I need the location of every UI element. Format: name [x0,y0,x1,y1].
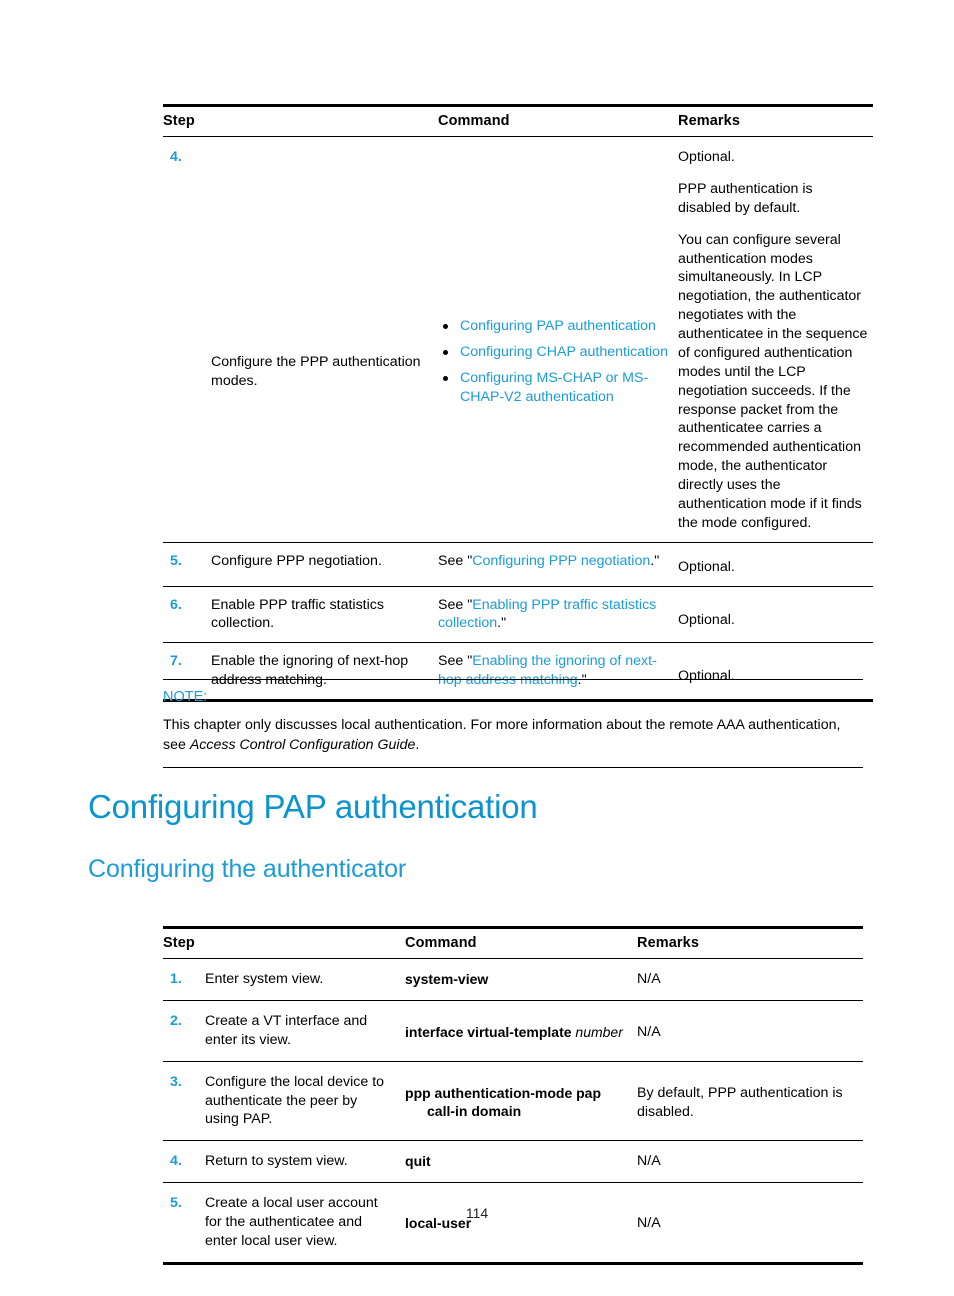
list-item: Configuring PAP authentication [438,317,668,336]
see-prefix: See " [438,653,473,670]
table1-row2-description: Enable PPP traffic statistics collection… [211,586,439,644]
list-item: Configuring CHAP authentication [438,343,668,362]
table1-header-remarks: Remarks [678,104,874,137]
configuration-links-list: Configuring PAP authentication Configuri… [438,317,668,407]
command-quit: quit [405,1153,431,1170]
table1-row1-command: See "Configuring PPP negotiation." [438,542,679,587]
command-ppp-authentication-mode-pap: ppp authentication-mode pap [405,1084,602,1101]
table2-row0-step-number: 1. [163,958,205,1001]
table-row: 5. Create a local user account for the a… [163,1182,864,1265]
table2-row3-description: Return to system view. [205,1140,406,1184]
see-prefix: See " [438,596,473,613]
table1-row0-step-number: 4. [163,136,211,543]
table2-row2-remarks: By default, PPP authentication is disabl… [637,1061,864,1142]
table2-row0-description: Enter system view. [205,958,406,1001]
table1-row2-command: See "Enabling PPP traffic statistics col… [438,586,679,644]
note-referenced-guide-title: Access Control Configuration Guide [189,736,416,753]
table1-header-command: Command [438,104,679,137]
table-row: 5. Configure PPP negotiation. See "Confi… [163,542,874,587]
table1-row2-remarks: Optional. [678,586,874,644]
section-heading: Configuring the authenticator [88,855,407,883]
see-suffix: ." [650,552,660,569]
page-number: 114 [465,1205,489,1221]
note-text-after: . [415,736,420,753]
remark-lcp-negotiation-detail: You can configure several authentication… [678,231,868,531]
table2-row4-step-number: 5. [163,1182,205,1265]
table2-row4-remarks: N/A [637,1182,864,1265]
link-configuring-ppp-negotiation[interactable]: Configuring PPP negotiation [472,553,650,569]
table2-row2-command: ppp authentication-mode pap call-in domai… [405,1061,638,1142]
table-row: 2. Create a VT interface and enter its v… [163,1000,864,1062]
table1-row2-step-number: 6. [163,586,211,644]
table2-row1-step-number: 2. [163,1000,205,1062]
page-title: Configuring PAP authentication [88,788,538,825]
table2-row2-step-number: 3. [163,1061,205,1142]
table-row: 3. Configure the local device to authent… [163,1061,864,1142]
link-configuring-chap-authentication[interactable]: Configuring CHAP authentication [460,344,668,360]
table2-row4-description: Create a local user account for the auth… [205,1182,406,1265]
remark-optional: Optional. [678,149,735,165]
table2-header-command: Command [405,926,638,959]
table-row: 1. Enter system view. system-view N/A [163,958,864,1001]
table-row: 4. Return to system view. quit N/A [163,1140,864,1184]
table2-row0-remarks: N/A [637,958,864,1001]
table2-header-row: Step Command Remarks [163,926,864,959]
table1-row0-command: Configuring PAP authentication Configuri… [438,136,679,543]
note-callout: NOTE: This chapter only discusses local … [163,679,863,769]
note-text: This chapter only discusses local authen… [163,716,863,755]
table1-row1-step-number: 5. [163,542,211,587]
table2-row3-remarks: N/A [637,1140,864,1184]
table2-row3-step-number: 4. [163,1140,205,1184]
ppp-configuration-procedure-table: Step Command Remarks 4. Configure the PP… [163,104,874,702]
command-options-call-in-domain: call-in domain [427,1103,522,1120]
note-label: NOTE: [163,689,208,705]
table-row: 4. Configure the PPP authentication mode… [163,136,874,543]
table2-row3-command: quit [405,1140,638,1184]
command-interface-virtual-template: interface virtual-template [405,1023,572,1040]
table2-header-step: Step [163,926,406,959]
table2-row2-description: Configure the local device to authentica… [205,1061,406,1142]
table2-row1-remarks: N/A [637,1000,864,1062]
document-page: Step Command Remarks 4. Configure the PP… [0,0,954,1296]
link-configuring-ms-chap-authentication[interactable]: Configuring MS-CHAP or MS-CHAP-V2 authen… [460,370,648,405]
table2-row1-command: interface virtual-template number [405,1000,638,1062]
table1-row1-remarks: Optional. [678,542,874,587]
table2-header-remarks: Remarks [637,926,864,959]
table1-row1-description: Configure PPP negotiation. [211,542,439,587]
see-suffix: ." [497,615,507,632]
see-prefix: See " [438,552,473,569]
table-row: 6. Enable PPP traffic statistics collect… [163,586,874,644]
command-system-view: system-view [405,971,489,987]
table1-row0-description: Configure the PPP authentication modes. [211,136,439,543]
table1-header-row: Step Command Remarks [163,104,874,137]
table2-row0-command: system-view [405,958,638,1001]
table2-row1-description: Create a VT interface and enter its view… [205,1000,406,1062]
table1-header-step: Step [163,104,439,137]
table1-row0-remarks: Optional. PPP authentication is disabled… [678,136,874,543]
list-item: Configuring MS-CHAP or MS-CHAP-V2 authen… [438,369,668,407]
link-configuring-pap-authentication[interactable]: Configuring PAP authentication [460,318,656,334]
table2-row4-command: local-user [405,1182,638,1265]
command-parameter-number: number [571,1023,623,1040]
remark-default-state: PPP authentication is disabled by defaul… [678,180,813,216]
